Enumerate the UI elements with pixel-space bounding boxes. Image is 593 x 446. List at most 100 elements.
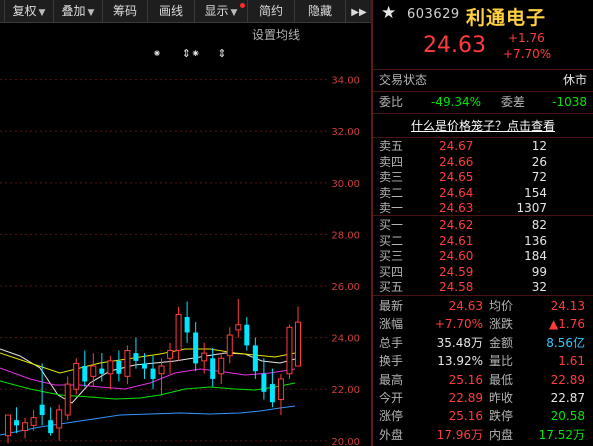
- order-book-row[interactable]: 卖三 24.65 72: [373, 170, 593, 185]
- quote-label: 最低: [489, 372, 514, 387]
- weibi-label: 委比: [379, 95, 404, 109]
- candle[interactable]: [244, 316, 250, 351]
- order-book-row[interactable]: 买三 24.60 184: [373, 249, 593, 264]
- quote-label: 最新: [379, 299, 404, 313]
- event-marker[interactable]: ⇕⁕: [182, 47, 200, 60]
- chips-button[interactable]: 筹码: [103, 0, 148, 22]
- event-marker[interactable]: ⁕: [152, 47, 161, 60]
- stock-code: 603629: [407, 7, 460, 22]
- candle-body: [261, 373, 267, 392]
- price-change: +1.76: [508, 31, 545, 45]
- candle[interactable]: [277, 373, 284, 416]
- draw-line-button[interactable]: 画线: [148, 0, 195, 22]
- candle[interactable]: [73, 358, 80, 395]
- fuquan-label: 复权: [12, 4, 37, 18]
- candle[interactable]: [261, 358, 267, 400]
- candle-body: [295, 321, 301, 367]
- quote-value: 22.87: [550, 391, 585, 405]
- y-axis-tick-label: 24.00: [331, 334, 360, 345]
- candle[interactable]: [235, 298, 242, 338]
- candle[interactable]: [210, 347, 216, 387]
- kline-chart[interactable]: 设置均线 ⁕ ⇕⁕ ⇕ 34.00 32.00 30.00 28.00 26.00 24.…: [0, 23, 372, 446]
- quote-value: 13.92%: [437, 354, 483, 369]
- candle[interactable]: [286, 324, 293, 379]
- fuquan-dropdown[interactable]: 复权 ▼: [5, 0, 54, 22]
- y-axis-tick-label: 22.00: [331, 385, 360, 396]
- set-ma-button[interactable]: 设置均线: [252, 28, 300, 42]
- candle-body: [150, 368, 156, 379]
- candle[interactable]: [39, 363, 45, 426]
- quote-label: 外盘: [379, 427, 404, 442]
- candle[interactable]: [158, 358, 165, 395]
- order-volume: 72: [531, 170, 547, 185]
- candle-body: [39, 404, 45, 416]
- candle-body: [116, 360, 122, 374]
- quote-label: 跌停: [489, 409, 514, 424]
- candle[interactable]: [175, 306, 182, 361]
- candle[interactable]: [218, 353, 225, 385]
- overlay-dropdown[interactable]: 叠加 ▼: [54, 0, 103, 22]
- simple-mode-label: 简约: [258, 4, 283, 18]
- candle[interactable]: [14, 407, 20, 434]
- quote-row: 涨幅 +7.70% 涨跌 ▲1.76: [373, 316, 593, 333]
- price-change-percent: +7.70%: [503, 47, 552, 61]
- price-cage-help-link[interactable]: 什么是价格笼子？点击查看: [373, 117, 593, 134]
- candle[interactable]: [48, 407, 54, 436]
- candle-body: [56, 409, 63, 429]
- order-book-row[interactable]: 卖四 24.66 26: [373, 155, 593, 170]
- order-book-row[interactable]: 卖五 24.67 12: [373, 139, 593, 154]
- double-arrow-right-icon: ▶▶: [351, 7, 367, 18]
- event-marker[interactable]: ⇕: [217, 47, 226, 60]
- candle[interactable]: [150, 355, 156, 390]
- candle-body: [73, 362, 80, 390]
- candlestick-series[interactable]: [5, 298, 301, 444]
- candle-body: [252, 345, 258, 372]
- price-axis: 34.00 32.00 30.00 28.00 26.00 24.00 22.00 20.00: [331, 76, 360, 446]
- expand-button[interactable]: ▶▶: [346, 0, 372, 22]
- candle[interactable]: [226, 327, 233, 364]
- candle[interactable]: [167, 342, 174, 374]
- candle[interactable]: [5, 414, 11, 444]
- candle[interactable]: [184, 301, 190, 343]
- order-price: 24.60: [439, 249, 474, 264]
- chevron-down-icon: ▼: [38, 8, 46, 18]
- candle[interactable]: [193, 322, 199, 372]
- quote-value: 22.89: [550, 372, 585, 387]
- order-book-row[interactable]: 买四 24.59 99: [373, 265, 593, 280]
- divider-line: [373, 137, 593, 138]
- order-book-row[interactable]: 买一 24.62 82: [373, 218, 593, 233]
- quote-row: 最新 24.63 均价 24.13: [373, 298, 593, 315]
- favorite-star-icon[interactable]: ★: [381, 3, 396, 23]
- candle[interactable]: [64, 376, 71, 421]
- quote-value: 17.96万: [436, 427, 483, 442]
- order-book-row[interactable]: 买二 24.61 136: [373, 234, 593, 249]
- candle[interactable]: [124, 345, 131, 385]
- hide-button[interactable]: 隐藏: [295, 0, 346, 22]
- order-level-label: 买四: [379, 264, 404, 279]
- order-book-row[interactable]: 卖二 24.64 154: [373, 186, 593, 201]
- order-price: 24.64: [439, 185, 474, 200]
- chart-toolbar: 复权 ▼ 叠加 ▼ 筹码 画线 显示 ▼ 简约 隐藏 ▶▶: [0, 0, 372, 23]
- candle[interactable]: [107, 355, 114, 390]
- candle[interactable]: [133, 337, 139, 369]
- simple-mode-button[interactable]: 简约: [248, 0, 295, 22]
- candle[interactable]: [295, 306, 301, 367]
- display-dropdown[interactable]: 显示 ▼: [195, 0, 248, 22]
- candle[interactable]: [269, 368, 275, 408]
- candle[interactable]: [252, 337, 258, 379]
- candle[interactable]: [22, 417, 29, 439]
- candle-body: [141, 363, 147, 369]
- candle-body: [226, 334, 233, 357]
- candle-body: [124, 350, 131, 377]
- candle[interactable]: [56, 404, 63, 441]
- last-price: 24.63: [423, 33, 486, 58]
- candle[interactable]: [116, 350, 122, 382]
- candle[interactable]: [82, 350, 88, 387]
- order-volume: 184: [524, 249, 547, 264]
- order-volume: 32: [531, 280, 547, 295]
- quote-label: 内盘: [489, 427, 514, 442]
- quote-label: 换手: [379, 354, 404, 369]
- order-book-row[interactable]: 买五 24.58 32: [373, 280, 593, 295]
- candle[interactable]: [30, 409, 37, 431]
- quote-label: 涨幅: [379, 317, 404, 332]
